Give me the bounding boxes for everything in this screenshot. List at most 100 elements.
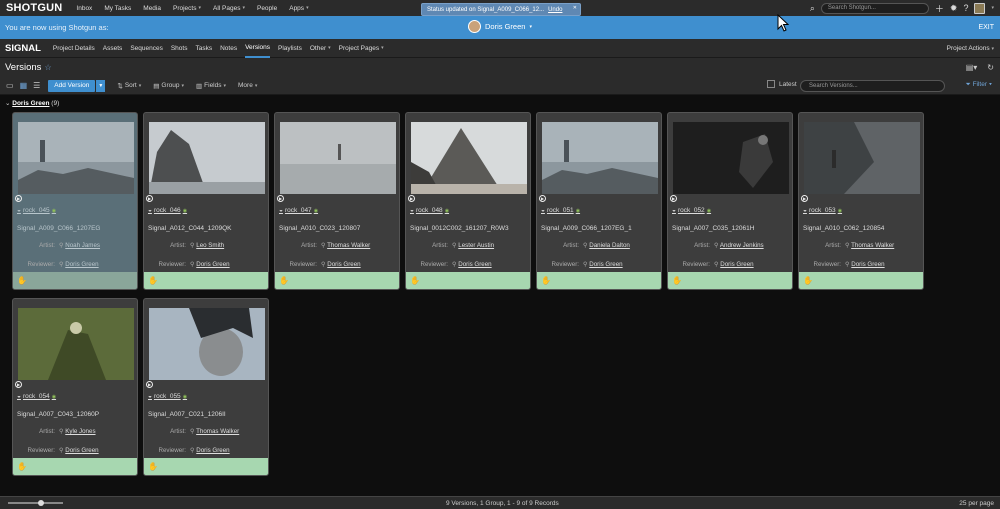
status-bar[interactable]: ✋ [144,458,268,475]
version-thumbnail[interactable] [804,122,920,194]
add-version-button[interactable]: Add Version [48,79,96,92]
global-search-input[interactable]: Search Shotgun... [820,2,929,14]
reviewer-link[interactable]: Doris Green [720,261,753,268]
version-thumbnail[interactable] [149,122,265,194]
artist-link[interactable]: Noah James [65,242,100,249]
play-icon[interactable]: ▶ [539,195,546,202]
status-bar[interactable]: ✋ [144,272,268,289]
status-bar[interactable]: ✋ [13,458,137,475]
play-icon[interactable]: ▶ [146,195,153,202]
version-search-input[interactable]: Search Versions... [800,80,945,92]
play-icon[interactable]: ▶ [801,195,808,202]
version-thumbnail[interactable] [411,122,527,194]
tab-sequences[interactable]: Sequences [130,39,163,58]
version-card[interactable]: ▶ ◒ rock_053 ◉ Signal_A010_C062_120854 Artist… [798,112,924,290]
reviewer-link[interactable]: Doris Green [196,261,229,268]
play-icon[interactable]: ▶ [408,195,415,202]
nav-item-all-pages[interactable]: All Pages ▾ [213,5,245,12]
version-thumbnail[interactable] [542,122,658,194]
help-icon[interactable]: ? [963,3,968,13]
play-icon[interactable]: ▶ [277,195,284,202]
version-card[interactable]: ▶ ◒ rock_048 ◉ Signal_0012C002_161207_R0W3 Ar… [405,112,531,290]
latest-toggle[interactable]: Latest [767,80,797,88]
undo-link[interactable]: Undo [548,7,562,13]
latest-checkbox[interactable] [767,80,775,88]
artist-link[interactable]: Thomas Walker [851,242,894,249]
thumbnail-view-icon[interactable]: ▦ [20,81,28,90]
sort-menu-button[interactable]: ⇅ Sort ▾ [117,82,141,90]
version-name-link[interactable]: ◒ rock_055 ◉ [148,393,187,400]
reviewer-link[interactable]: Doris Green [458,261,491,268]
version-card[interactable]: ▶ ◒ rock_045 ◉ Signal_A009_C066_1207EG Artist… [12,112,138,290]
add-version-menu-button[interactable]: ▼ [96,79,106,92]
group-header[interactable]: ⌄ Doris Green (9) [5,99,59,107]
play-icon[interactable]: ▶ [146,381,153,388]
nav-item-my-tasks[interactable]: My Tasks [104,5,131,12]
version-thumbnail[interactable] [18,122,134,194]
status-bar[interactable]: ✋ [537,272,661,289]
status-bar[interactable]: ✋ [406,272,530,289]
version-thumbnail[interactable] [673,122,789,194]
version-card[interactable]: ▶ ◒ rock_051 ◉ Signal_A009_C066_1207EG_1 Arti… [536,112,662,290]
version-card[interactable]: ▶ ◒ rock_046 ◉ Signal_A012_C044_1209QK Artist… [143,112,269,290]
artist-link[interactable]: Kyle Jones [65,428,95,435]
play-icon[interactable]: ▶ [670,195,677,202]
reviewer-link[interactable]: Doris Green [196,447,229,454]
play-icon[interactable]: ▶ [15,381,22,388]
slider-handle[interactable] [38,500,44,506]
version-name-link[interactable]: ◒ rock_046 ◉ [148,207,187,214]
star-icon[interactable]: ☆ [44,63,51,72]
tab-tasks[interactable]: Tasks [195,39,212,58]
reviewer-link[interactable]: Doris Green [589,261,622,268]
more-menu-button[interactable]: More ▾ [238,82,257,89]
nav-item-media[interactable]: Media [143,5,161,12]
tab-versions[interactable]: Versions [245,39,271,58]
sudo-user-dropdown[interactable]: Doris Green ▾ [468,20,532,33]
tab-project-pages[interactable]: Project Pages ▾ [339,39,384,58]
list-view-icon[interactable]: ☰ [33,81,40,90]
chevron-down-icon[interactable]: ⌄ [5,100,10,107]
gear-icon[interactable]: ✹ [950,3,958,14]
version-name-link[interactable]: ◒ rock_045 ◉ [17,207,56,214]
version-name-link[interactable]: ◒ rock_048 ◉ [410,207,449,214]
refresh-icon[interactable]: ↻ [987,63,994,72]
fields-menu-button[interactable]: ▥ Fields ▾ [196,82,226,90]
artist-link[interactable]: Lester Austin [458,242,494,249]
sidebar-toggle-icon[interactable]: ▭ [6,81,14,90]
version-thumbnail[interactable] [149,308,265,380]
version-card[interactable]: ▶ ◒ rock_054 ◉ Signal_A007_C043_12060P Artist… [12,298,138,476]
reviewer-link[interactable]: Doris Green [65,447,98,454]
version-card[interactable]: ▶ ◒ rock_055 ◉ Signal_A007_C021_1206II Artist… [143,298,269,476]
filter-button[interactable]: ⏷ Filter ▾ [966,81,992,89]
nav-item-inbox[interactable]: Inbox [76,5,92,12]
version-name-link[interactable]: ◒ rock_052 ◉ [672,207,711,214]
artist-link[interactable]: Leo Smith [196,242,224,249]
nav-item-projects[interactable]: Projects ▾ [173,5,201,12]
artist-link[interactable]: Andrew Jenkins [720,242,764,249]
thumbnail-size-slider[interactable] [8,502,63,504]
status-bar[interactable]: ✋ [668,272,792,289]
exit-button[interactable]: EXIT [978,24,994,31]
status-bar[interactable]: ✋ [13,272,137,289]
tab-other[interactable]: Other ▾ [310,39,331,58]
version-name-link[interactable]: ◒ rock_051 ◉ [541,207,580,214]
project-actions-button[interactable]: Project Actions ▾ [947,45,994,52]
chevron-down-icon[interactable]: ▾ [991,5,994,11]
artist-link[interactable]: Thomas Walker [327,242,370,249]
play-icon[interactable]: ▶ [15,195,22,202]
reviewer-link[interactable]: Doris Green [851,261,884,268]
version-thumbnail[interactable] [280,122,396,194]
nav-item-apps[interactable]: Apps ▾ [289,5,308,12]
version-name-link[interactable]: ◒ rock_053 ◉ [803,207,842,214]
status-bar[interactable]: ✋ [799,272,923,289]
tab-assets[interactable]: Assets [103,39,123,58]
tab-project-details[interactable]: Project Details [53,39,95,58]
status-bar[interactable]: ✋ [275,272,399,289]
version-card[interactable]: ▶ ◒ rock_052 ◉ Signal_A007_C035_12061H Artist… [667,112,793,290]
shotgun-logo[interactable]: SHOTGUN [6,2,62,14]
document-icon[interactable]: ▤▾ [966,63,978,72]
artist-link[interactable]: Thomas Walker [196,428,239,435]
per-page-select[interactable]: 25 per page [959,500,994,507]
close-icon[interactable]: ✕ [573,5,577,11]
tab-playlists[interactable]: Playlists [278,39,302,58]
